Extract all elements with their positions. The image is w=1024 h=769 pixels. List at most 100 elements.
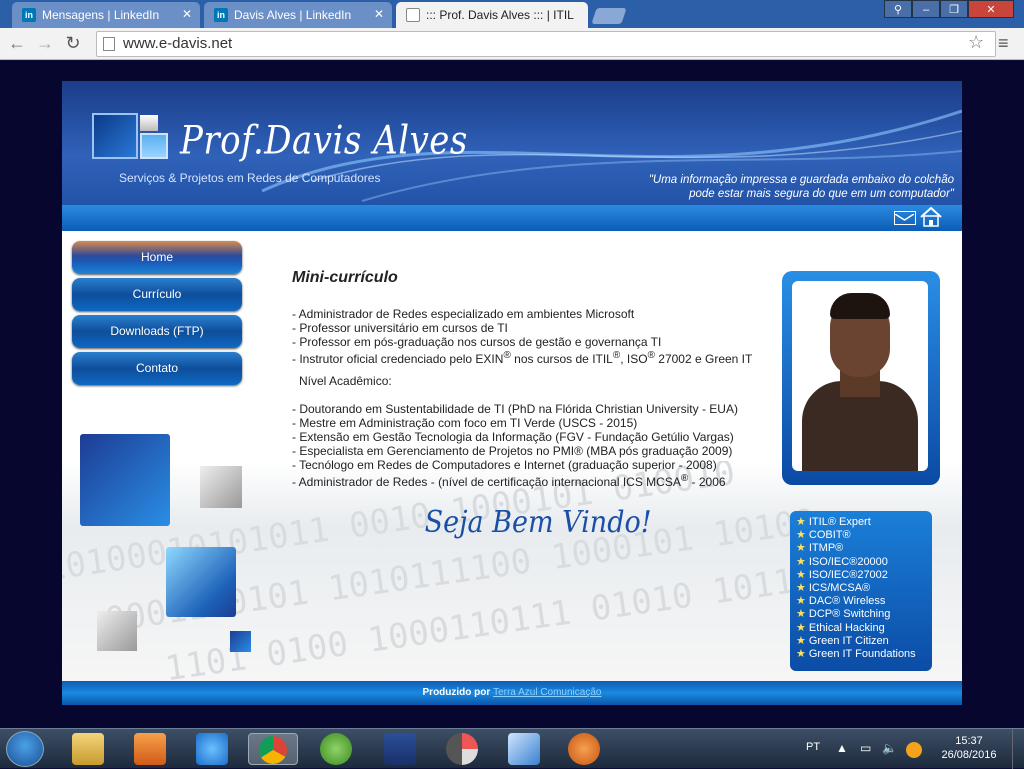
- volume-icon[interactable]: 🔈: [882, 741, 897, 755]
- internet-explorer-icon[interactable]: [196, 733, 228, 765]
- footer-text: Produzido por: [422, 687, 491, 698]
- media-player-icon[interactable]: [134, 733, 166, 765]
- browser-tab-strip: in Mensagens | LinkedIn ✕ in Davis Alves…: [0, 0, 1024, 28]
- star-icon: ★: [796, 648, 806, 661]
- menu-icon[interactable]: ≡: [998, 33, 1009, 54]
- list-text: - Instrutor oficial credenciado pelo EXI…: [292, 352, 504, 366]
- address-bar[interactable]: www.e-davis.net: [96, 31, 996, 57]
- certification-item: ★ Green IT Citizen: [796, 635, 926, 648]
- list-item: - Especialista em Gerenciamento de Proje…: [292, 444, 733, 458]
- decorative-square: [230, 631, 251, 652]
- list-item: - Administrador de Redes especializado e…: [292, 307, 635, 321]
- list-item: - Instrutor oficial credenciado pelo EXI…: [292, 349, 772, 366]
- certification-label: COBIT®: [808, 529, 851, 542]
- avast-icon[interactable]: [906, 742, 922, 758]
- certification-label: Green IT Foundations: [808, 648, 916, 661]
- tab-davis-linkedin[interactable]: in Davis Alves | LinkedIn ✕: [204, 2, 392, 28]
- dev-cpp-icon[interactable]: [384, 733, 416, 765]
- star-icon: ★: [796, 542, 806, 555]
- chrome-icon: [259, 736, 287, 764]
- home-icon[interactable]: [920, 207, 942, 227]
- decorative-square: [200, 466, 242, 508]
- app-icon[interactable]: [446, 733, 478, 765]
- star-icon: ★: [796, 634, 806, 647]
- logo-square-small: [140, 115, 158, 131]
- browser-toolbar: ← → ↻ www.e-davis.net ☆ ≡: [0, 28, 1024, 60]
- registered-mark: ®: [647, 350, 655, 361]
- app-icon[interactable]: [568, 733, 600, 765]
- tab-prof-davis[interactable]: ::: Prof. Davis Alves ::: | ITIL: [396, 2, 588, 28]
- mini-curriculo-section: Mini-currículo - Administrador de Redes …: [292, 269, 772, 490]
- list-text: , ISO: [620, 352, 648, 366]
- list-item: - Tecnólogo em Redes de Computadores e I…: [292, 458, 717, 472]
- list-item: - Administrador de Redes - (nível de cer…: [292, 472, 772, 489]
- restore-button[interactable]: ❐: [940, 0, 968, 18]
- menu-curriculo-button[interactable]: Currículo: [72, 278, 242, 311]
- list-text: - Administrador de Redes - (nível de cer…: [292, 475, 681, 489]
- close-tab-icon[interactable]: ✕: [182, 7, 192, 21]
- reload-icon[interactable]: ↻: [62, 33, 84, 54]
- logo-square-large: [92, 113, 138, 159]
- chrome-taskbar-button[interactable]: [248, 733, 298, 765]
- forward-icon[interactable]: →: [34, 33, 56, 54]
- bookmark-star-icon[interactable]: ☆: [968, 32, 984, 53]
- header-quote: "Uma informação impressa e guardada emba…: [594, 173, 954, 201]
- certifications-box: ★ ITIL® Expert ★ COBIT® ★ ITMP® ★ ISO/IEC®20000…: [790, 511, 932, 671]
- network-icon[interactable]: ▭: [860, 741, 871, 755]
- utorrent-icon[interactable]: [320, 733, 352, 765]
- start-button[interactable]: [6, 731, 44, 767]
- certification-label: ISO/IEC®27002: [808, 568, 888, 581]
- certification-label: Green IT Citizen: [808, 634, 889, 647]
- decorative-square: [166, 547, 236, 617]
- decorative-square: [80, 434, 170, 526]
- footer-link[interactable]: Terra Azul Comunicação: [493, 687, 601, 698]
- mail-icon[interactable]: [894, 211, 916, 225]
- show-desktop-button[interactable]: [1012, 729, 1024, 769]
- page-icon: [406, 8, 420, 22]
- decorative-square: [97, 611, 137, 651]
- new-tab-button[interactable]: [591, 8, 627, 24]
- site-logo-text: Prof.Davis Alves: [180, 118, 468, 164]
- profile-photo: [792, 281, 928, 471]
- certification-item: ★ DAC® Wireless: [796, 595, 926, 608]
- url-text: www.e-davis.net: [123, 35, 233, 52]
- tab-label: ::: Prof. Davis Alves ::: | ITIL: [426, 8, 574, 22]
- list-item: - Mestre em Administração com foco em TI…: [292, 416, 638, 430]
- back-icon[interactable]: ←: [6, 33, 28, 54]
- star-icon: ★: [796, 568, 806, 581]
- language-indicator[interactable]: PT: [806, 741, 820, 753]
- menu-home-button[interactable]: Home: [72, 241, 242, 274]
- minimize-button[interactable]: –: [912, 0, 940, 18]
- system-clock[interactable]: 15:37 26/08/2016: [938, 734, 1000, 762]
- tab-linkedin-messages[interactable]: in Mensagens | LinkedIn ✕: [12, 2, 200, 28]
- website: Prof.Davis Alves Serviços & Projetos em …: [62, 81, 962, 705]
- page-viewport: Prof.Davis Alves Serviços & Projetos em …: [0, 61, 1024, 728]
- header-nav-strip: [62, 205, 962, 231]
- star-icon: ★: [796, 621, 806, 634]
- section-heading: Mini-currículo: [292, 269, 398, 286]
- list-item: - Professor em pós-graduação nos cursos …: [292, 335, 662, 349]
- quote-line-2: pode estar mais segura do que em um comp…: [689, 188, 954, 200]
- star-icon: ★: [796, 555, 806, 568]
- list-text: - 2006: [688, 475, 726, 489]
- profile-photo-frame: [782, 271, 940, 485]
- close-window-button[interactable]: ✕: [968, 0, 1014, 18]
- certification-item: ★ ICS/MCSA®: [796, 582, 926, 595]
- certification-label: DAC® Wireless: [808, 595, 886, 608]
- virtualbox-icon[interactable]: [508, 733, 540, 765]
- show-hidden-icons[interactable]: ▲: [836, 741, 848, 755]
- certification-item: ★ Ethical Hacking: [796, 622, 926, 635]
- close-tab-icon[interactable]: ✕: [374, 7, 384, 21]
- logo-square-medium: [140, 133, 168, 159]
- menu-contato-button[interactable]: Contato: [72, 352, 242, 385]
- star-icon: ★: [796, 516, 806, 528]
- file-explorer-icon[interactable]: [72, 733, 104, 765]
- menu-downloads-button[interactable]: Downloads (FTP): [72, 315, 242, 348]
- user-icon[interactable]: ⚲: [884, 0, 912, 18]
- certification-item: ★ COBIT®: [796, 529, 926, 542]
- site-header: Prof.Davis Alves Serviços & Projetos em …: [62, 81, 962, 231]
- star-icon: ★: [796, 529, 806, 542]
- quote-line-1: "Uma informação impressa e guardada emba…: [648, 174, 954, 186]
- linkedin-icon: in: [22, 8, 36, 22]
- certification-item: ★ ITIL® Expert: [796, 516, 926, 529]
